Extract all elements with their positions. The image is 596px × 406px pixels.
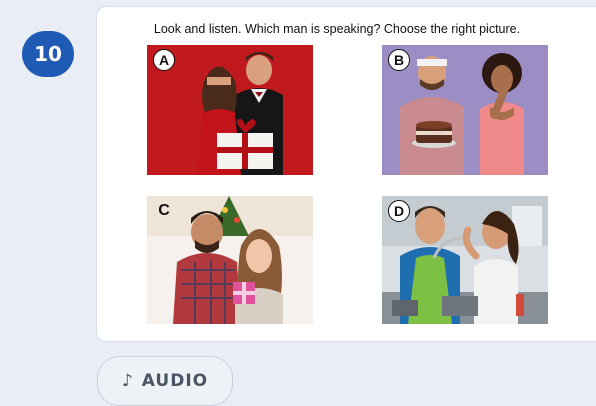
question-number-badge: 10 bbox=[22, 31, 74, 77]
option-b-picture[interactable]: B bbox=[382, 45, 548, 175]
option-c-label: C bbox=[158, 202, 170, 219]
music-note-icon: ♪ bbox=[121, 371, 134, 391]
option-b-label: B bbox=[388, 49, 410, 71]
option-a-picture[interactable]: A bbox=[147, 45, 313, 175]
option-d-label: D bbox=[388, 200, 410, 222]
question-prompt: Look and listen. Which man is speaking? … bbox=[153, 22, 521, 36]
option-a-label: A bbox=[153, 49, 175, 71]
audio-button-label: AUDIO bbox=[141, 371, 209, 391]
question-card: Look and listen. Which man is speaking? … bbox=[96, 6, 596, 342]
audio-button[interactable]: ♪ AUDIO bbox=[97, 356, 233, 406]
option-c-picture[interactable]: C bbox=[147, 196, 313, 324]
option-d-picture[interactable]: D bbox=[382, 196, 548, 324]
